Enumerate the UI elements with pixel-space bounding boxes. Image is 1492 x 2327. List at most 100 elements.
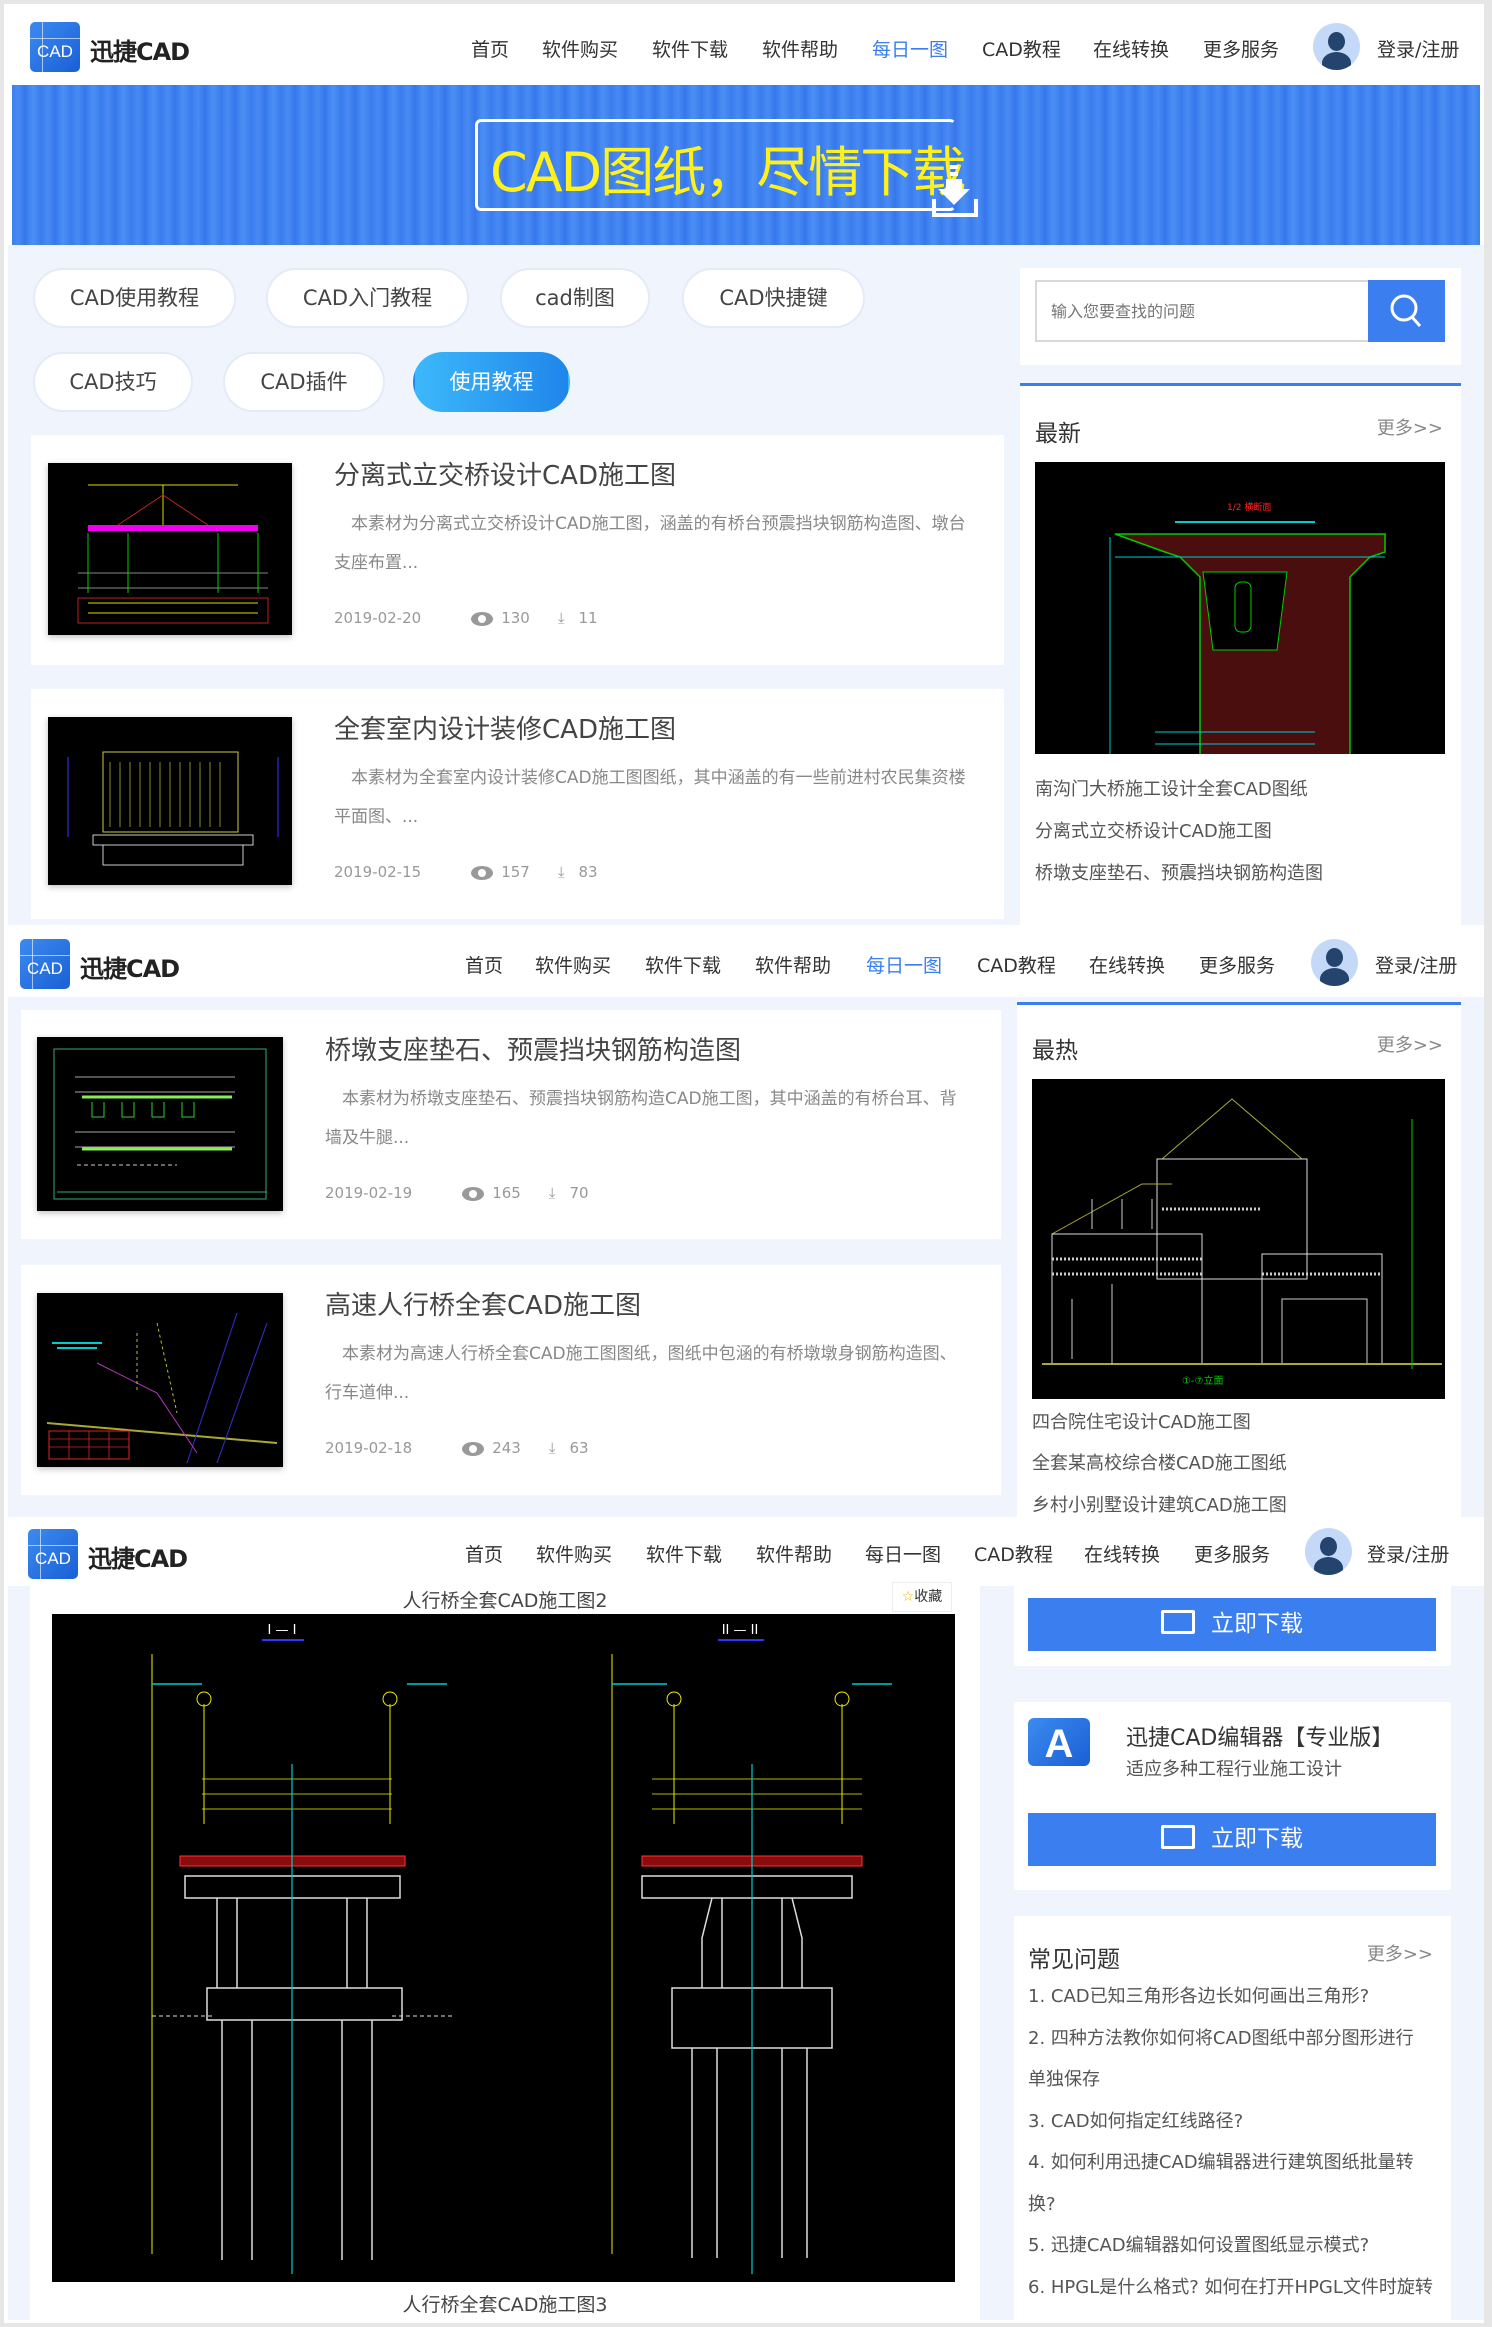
- tag-cad-tips[interactable]: CAD技巧: [33, 352, 193, 412]
- search-icon: [1390, 294, 1422, 327]
- latest-more-link[interactable]: 更多>>: [1377, 414, 1443, 440]
- view-count: 157: [501, 863, 530, 881]
- brand-name[interactable]: 迅捷CAD: [88, 1539, 188, 1574]
- article-description: 本素材为全套室内设计装修CAD施工图图纸，其中涵盖的有一些前进村农民集资楼平面图…: [334, 768, 966, 827]
- nav-more-services[interactable]: 更多服务: [1199, 951, 1275, 978]
- brand-name[interactable]: 迅捷CAD: [90, 32, 190, 67]
- tag-cad-plugins[interactable]: CAD插件: [223, 352, 385, 412]
- latest-drawing-thumbnail[interactable]: 1/2 横断面: [1035, 462, 1445, 754]
- article-thumbnail[interactable]: [37, 1037, 283, 1211]
- article-meta: 2019-02-20 130 ⤓ 11: [334, 609, 612, 627]
- section-label-left: I — I: [268, 1623, 297, 1638]
- nav-home[interactable]: 首页: [465, 1540, 503, 1567]
- article-thumbnail[interactable]: [48, 463, 292, 635]
- cad-drawing[interactable]: I — I II — II: [52, 1614, 955, 2282]
- nav-more-services[interactable]: 更多服务: [1203, 35, 1279, 62]
- login-link[interactable]: 登录/注册: [1367, 1540, 1449, 1567]
- nav-help[interactable]: 软件帮助: [762, 35, 838, 62]
- faq-panel: 常见问题 更多>> 1. CAD已知三角形各边长如何画出三角形? 2. 四种方法…: [1014, 1916, 1451, 2320]
- hot-link[interactable]: 全套某高校综合楼CAD施工图纸: [1032, 1449, 1287, 1475]
- nav-buy[interactable]: 软件购买: [536, 1540, 612, 1567]
- faq-item[interactable]: 2. 四种方法教你如何将CAD图纸中部分图形进行单独保存: [1028, 2018, 1428, 2101]
- hot-link[interactable]: 四合院住宅设计CAD施工图: [1032, 1408, 1251, 1434]
- download-icon: ⤓: [548, 1439, 556, 1457]
- nav-daily-drawing[interactable]: 每日一图: [872, 35, 948, 62]
- download-count: 70: [569, 1184, 589, 1202]
- tag-usage-tutorial[interactable]: 使用教程: [413, 352, 570, 412]
- view-count: 130: [501, 609, 530, 627]
- svg-text:①-⑦立面: ①-⑦立面: [1182, 1374, 1224, 1387]
- product-name[interactable]: 迅捷CAD编辑器【专业版】: [1126, 1720, 1393, 1752]
- avatar-icon[interactable]: [1313, 23, 1360, 70]
- download-now-button[interactable]: 立即下载: [1028, 1598, 1436, 1651]
- article-card[interactable]: 高速人行桥全套CAD施工图 本素材为高速人行桥全套CAD施工图图纸，图纸中包涵的…: [21, 1265, 1001, 1495]
- logo-icon[interactable]: CAD: [28, 1529, 78, 1579]
- product-card: A 迅捷CAD编辑器【专业版】 适应多种工程行业施工设计 立即下载: [1014, 1702, 1451, 1890]
- login-link[interactable]: 登录/注册: [1375, 951, 1457, 978]
- nav-download[interactable]: 软件下载: [645, 951, 721, 978]
- nav-cad-tutorial[interactable]: CAD教程: [977, 951, 1056, 978]
- nav-cad-tutorial[interactable]: CAD教程: [974, 1540, 1053, 1567]
- drawing-viewer: 人行桥全套CAD施工图2 ☆收藏 I — I II — II 人行桥全套CAD施…: [30, 1582, 980, 2320]
- article-card[interactable]: 分离式立交桥设计CAD施工图 本素材为分离式立交桥设计CAD施工图，涵盖的有桥台…: [31, 435, 1004, 665]
- nav-buy[interactable]: 软件购买: [535, 951, 611, 978]
- download-now-button[interactable]: 立即下载: [1028, 1813, 1436, 1866]
- login-link[interactable]: 登录/注册: [1377, 35, 1459, 62]
- tag-cad-shortcuts[interactable]: CAD快捷键: [682, 268, 865, 328]
- nav-help[interactable]: 软件帮助: [755, 951, 831, 978]
- article-thumbnail[interactable]: [37, 1293, 283, 1467]
- latest-link[interactable]: 桥墩支座垫石、预震挡块钢筋构造图: [1035, 859, 1323, 885]
- nav-cad-tutorial[interactable]: CAD教程: [982, 35, 1061, 62]
- logo-icon[interactable]: CAD: [30, 22, 80, 72]
- nav-daily-drawing[interactable]: 每日一图: [866, 951, 942, 978]
- nav-online-convert[interactable]: 在线转换: [1089, 951, 1165, 978]
- search-button[interactable]: [1368, 280, 1445, 342]
- hot-drawing-thumbnail[interactable]: ①-⑦立面: [1032, 1079, 1445, 1399]
- monitor-download-icon: [1161, 1609, 1195, 1634]
- article-title[interactable]: 高速人行桥全套CAD施工图: [325, 1285, 641, 1322]
- article-description: 本素材为桥墩支座垫石、预震挡块钢筋构造CAD施工图，其中涵盖的有桥台耳、背墙及牛…: [325, 1089, 957, 1148]
- monitor-download-icon: [1161, 1824, 1195, 1849]
- nav-daily-drawing[interactable]: 每日一图: [865, 1540, 941, 1567]
- article-title[interactable]: 分离式立交桥设计CAD施工图: [334, 455, 676, 492]
- nav-more-services[interactable]: 更多服务: [1194, 1540, 1270, 1567]
- latest-title: 最新: [1035, 421, 1081, 447]
- eye-icon: [462, 1441, 485, 1456]
- article-thumbnail[interactable]: [48, 717, 292, 885]
- latest-link[interactable]: 分离式立交桥设计CAD施工图: [1035, 817, 1272, 843]
- article-date: 2019-02-18: [325, 1439, 413, 1457]
- faq-item[interactable]: 3. CAD如何指定红线路径?: [1028, 2101, 1428, 2143]
- avatar-icon[interactable]: [1311, 939, 1358, 986]
- logo-icon[interactable]: CAD: [20, 939, 70, 989]
- download-count: 11: [578, 609, 598, 627]
- article-date: 2019-02-19: [325, 1184, 413, 1202]
- nav-online-convert[interactable]: 在线转换: [1093, 35, 1169, 62]
- latest-panel: 最新 更多>> 1/2 横断面 南沟门大桥施工设计全套CAD图纸 分离式立交桥设…: [1020, 383, 1461, 928]
- article-card[interactable]: 桥墩支座垫石、预震挡块钢筋构造图 本素材为桥墩支座垫石、预震挡块钢筋构造CAD施…: [21, 1010, 1001, 1239]
- favorite-button[interactable]: ☆收藏: [892, 1582, 952, 1612]
- article-title[interactable]: 桥墩支座垫石、预震挡块钢筋构造图: [325, 1030, 741, 1067]
- faq-item[interactable]: 5. 迅捷CAD编辑器如何设置图纸显示模式?: [1028, 2225, 1428, 2267]
- article-card[interactable]: 全套室内设计装修CAD施工图 本素材为全套室内设计装修CAD施工图图纸，其中涵盖…: [31, 689, 1004, 919]
- avatar-icon[interactable]: [1305, 1528, 1352, 1575]
- faq-item[interactable]: 1. CAD已知三角形各边长如何画出三角形?: [1028, 1976, 1428, 2018]
- latest-link[interactable]: 南沟门大桥施工设计全套CAD图纸: [1035, 775, 1308, 801]
- tag-cad-drawing[interactable]: cad制图: [500, 268, 650, 328]
- hot-more-link[interactable]: 更多>>: [1377, 1031, 1443, 1057]
- article-title[interactable]: 全套室内设计装修CAD施工图: [334, 709, 676, 746]
- nav-download[interactable]: 软件下载: [652, 35, 728, 62]
- nav-home[interactable]: 首页: [465, 951, 503, 978]
- brand-name[interactable]: 迅捷CAD: [80, 949, 180, 984]
- tag-cad-beginner[interactable]: CAD入门教程: [266, 268, 469, 328]
- hot-link[interactable]: 乡村小别墅设计建筑CAD施工图: [1032, 1491, 1287, 1517]
- nav-home[interactable]: 首页: [471, 35, 509, 62]
- nav-online-convert[interactable]: 在线转换: [1084, 1540, 1160, 1567]
- faq-item[interactable]: 6. HPGL是什么格式? 如何在打开HPGL文件时旋转: [1028, 2267, 1433, 2309]
- tag-cad-usage[interactable]: CAD使用教程: [33, 268, 236, 328]
- nav-download[interactable]: 软件下载: [646, 1540, 722, 1567]
- nav-help[interactable]: 软件帮助: [756, 1540, 832, 1567]
- search-input[interactable]: [1035, 280, 1368, 342]
- nav-buy[interactable]: 软件购买: [542, 35, 618, 62]
- faq-more-link[interactable]: 更多>>: [1367, 1940, 1433, 1966]
- faq-item[interactable]: 4. 如何利用迅捷CAD编辑器进行建筑图纸批量转换?: [1028, 2142, 1428, 2225]
